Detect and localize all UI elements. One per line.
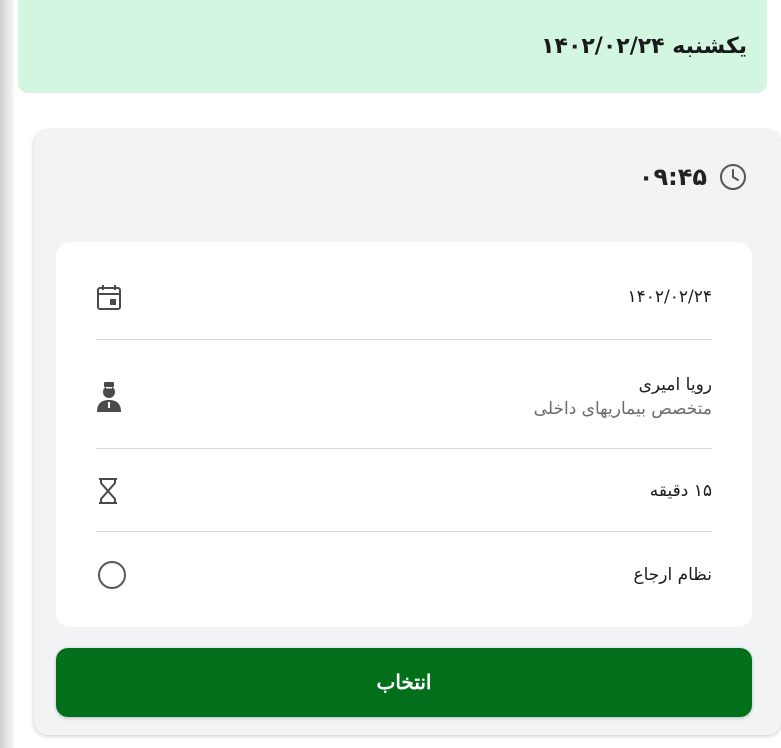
page-title: یکشنبه ۱۴۰۲/۰۲/۲۴ [541, 34, 747, 59]
select-button[interactable]: انتخاب [56, 648, 752, 717]
clock-icon [719, 163, 747, 191]
divider [96, 339, 712, 340]
doctor-icon [96, 381, 122, 413]
divider [96, 531, 712, 532]
appointment-date: ۱۴۰۲/۰۲/۲۴ [627, 287, 712, 307]
doctor-info: رویا امیری متخصص بیماریهای داخلی [534, 375, 712, 419]
date-row: ۱۴۰۲/۰۲/۲۴ [96, 280, 712, 314]
date-header: یکشنبه ۱۴۰۲/۰۲/۲۴ [18, 0, 767, 93]
appointment-duration: ۱۵ دقیقه [649, 481, 712, 501]
referral-row[interactable]: نظام ارجاع [96, 557, 712, 593]
appointment-details: ۱۴۰۲/۰۲/۲۴ رویا امیری متخصص بیماریهای دا… [56, 242, 752, 627]
referral-label: نظام ارجاع [633, 565, 712, 585]
window-edge [0, 0, 14, 748]
calendar-icon [96, 283, 122, 311]
appointment-screen: یکشنبه ۱۴۰۲/۰۲/۲۴ ۰۹:۴۵ ۱۴۰۲/۰۲/۲۴ رویا … [0, 0, 781, 748]
radio-circle-icon[interactable] [96, 559, 128, 591]
time-slot: ۰۹:۴۵ [639, 163, 747, 191]
hourglass-icon [96, 477, 120, 505]
slot-time: ۰۹:۴۵ [638, 163, 707, 191]
doctor-specialty: متخصص بیماریهای داخلی [533, 399, 712, 419]
duration-row: ۱۵ دقیقه [96, 474, 712, 508]
doctor-name: رویا امیری [638, 375, 712, 395]
doctor-row: رویا امیری متخصص بیماریهای داخلی [96, 368, 712, 426]
divider [96, 448, 712, 449]
